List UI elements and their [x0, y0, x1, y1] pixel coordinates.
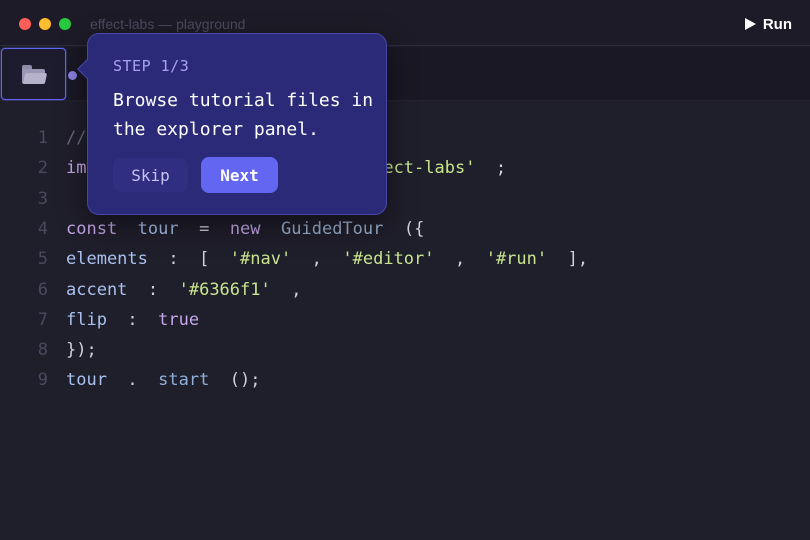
- code-text: const tour = new GuidedTour ({: [66, 215, 424, 243]
- line-number: 9: [37, 370, 48, 391]
- code-token: ,: [434, 249, 486, 270]
- code-token: '#nav': [229, 249, 292, 270]
- line-number: 2: [37, 158, 48, 179]
- code-line[interactable]: 9 tour . start ();: [0, 366, 810, 394]
- code-text: });: [66, 336, 97, 364]
- code-token: true: [158, 309, 200, 330]
- tour-message: Browse tutorial files in the explorer pa…: [113, 90, 374, 140]
- code-token: ;: [475, 158, 507, 179]
- code-token: ();: [209, 370, 261, 391]
- tour-popover: STEP 1/3 Browse tutorial files in the ex…: [87, 33, 387, 215]
- folder-icon: [21, 63, 47, 85]
- code-token: : [: [147, 249, 230, 270]
- next-button[interactable]: Next: [201, 157, 278, 193]
- tour-step-label: STEP 1/3: [113, 57, 190, 75]
- code-text: accent : '#6366f1' ,: [66, 276, 301, 304]
- code-token: tour: [137, 218, 179, 239]
- line-number: 3: [37, 188, 48, 209]
- tour-anchor-dot: [68, 71, 77, 80]
- code-token: ,: [270, 279, 302, 300]
- minimize-window-button[interactable]: [39, 18, 51, 30]
- line-number: 8: [37, 340, 48, 361]
- line-number: 7: [37, 309, 48, 330]
- code-line[interactable]: 4 const tour = new GuidedTour ({: [0, 215, 810, 243]
- run-button[interactable]: Run: [744, 13, 792, 35]
- run-button-label: Run: [762, 15, 792, 33]
- code-token: .: [106, 370, 159, 391]
- code-token: '#6366f1': [178, 279, 271, 300]
- close-window-button[interactable]: [19, 18, 31, 30]
- code-token: start: [158, 370, 210, 391]
- line-number: 4: [37, 218, 48, 239]
- code-token: ,: [291, 249, 343, 270]
- code-token: ({: [383, 218, 425, 239]
- code-token: accent: [66, 279, 128, 300]
- code-token: =: [178, 218, 230, 239]
- code-line[interactable]: 8});: [0, 336, 810, 364]
- play-icon: [744, 18, 756, 30]
- code-token: elements: [66, 249, 148, 270]
- line-number: 5: [37, 249, 48, 270]
- code-token: tour: [66, 370, 107, 391]
- code-token: new: [229, 218, 261, 239]
- code-line[interactable]: 6 accent : '#6366f1' ,: [0, 276, 810, 304]
- code-token: '#run': [485, 249, 548, 270]
- code-line[interactable]: 7 flip : true: [0, 306, 810, 334]
- window-title: effect-labs — playground: [90, 16, 246, 32]
- code-token: GuidedTour: [281, 218, 384, 239]
- code-text: elements : [ '#nav' , '#editor' , '#run'…: [66, 245, 588, 273]
- code-token: :: [127, 279, 179, 300]
- code-text: flip : true: [66, 306, 199, 334]
- code-token: ],: [547, 249, 589, 270]
- skip-button[interactable]: Skip: [113, 158, 188, 192]
- line-number: 6: [37, 279, 48, 300]
- code-line[interactable]: 5 elements : [ '#nav' , '#editor' , '#run…: [0, 245, 810, 273]
- code-token: });: [66, 340, 97, 361]
- code-token: flip: [66, 309, 107, 330]
- maximize-window-button[interactable]: [59, 18, 71, 30]
- explorer-button[interactable]: [1, 48, 66, 100]
- code-token: :: [106, 309, 159, 330]
- code-token: const: [66, 218, 118, 239]
- code-text: tour . start ();: [66, 366, 261, 394]
- line-number: 1: [37, 128, 48, 148]
- code-token: '#editor': [342, 249, 435, 270]
